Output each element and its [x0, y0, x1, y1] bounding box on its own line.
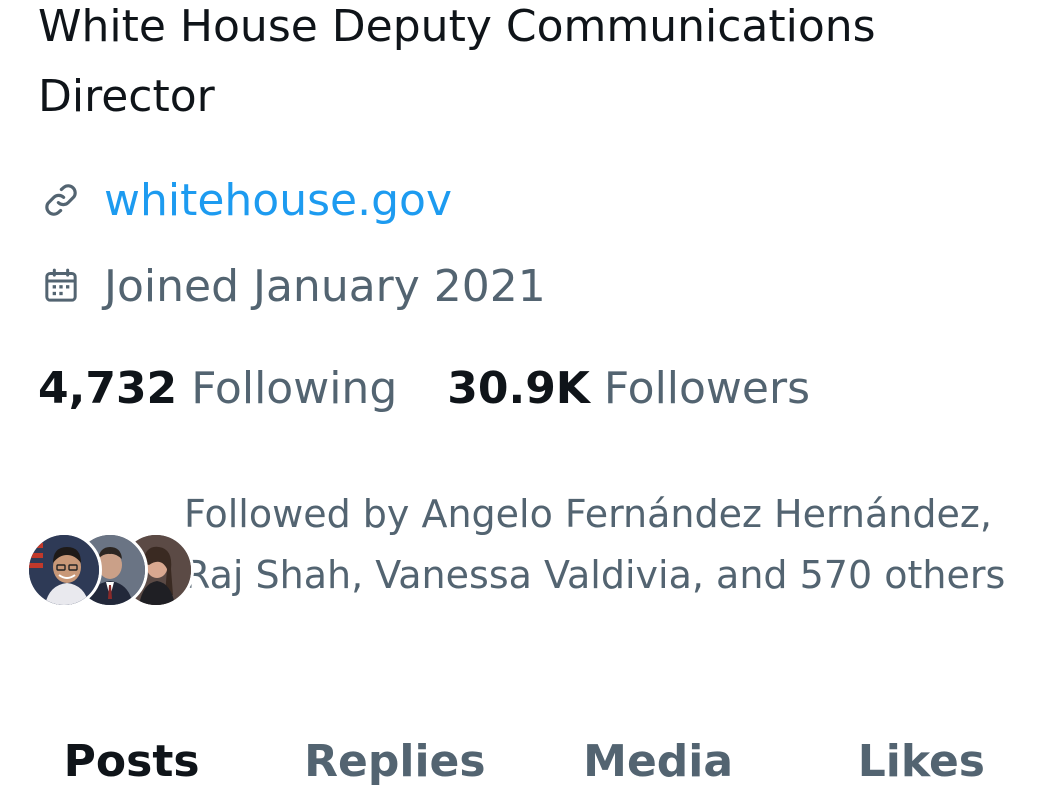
avatar [26, 532, 102, 608]
tab-media[interactable]: Media [527, 728, 790, 800]
follower-avatars [26, 532, 194, 608]
calendar-icon [38, 263, 84, 309]
followers-count: 30.9K [447, 362, 590, 414]
tab-likes[interactable]: Likes [790, 728, 1053, 800]
tab-posts[interactable]: Posts [0, 728, 263, 800]
link-icon [38, 177, 84, 223]
profile-website[interactable]: whitehouse.gov [38, 170, 452, 230]
following-count: 4,732 [38, 362, 178, 414]
followed-by-text: Followed by Angelo Fernández Hernández, … [184, 492, 1006, 597]
website-link[interactable]: whitehouse.gov [104, 175, 452, 226]
profile-bio: White House Deputy Communications Direct… [38, 1, 876, 122]
tab-replies[interactable]: Replies [263, 728, 526, 800]
profile-tabs: Posts Replies Media Likes [0, 728, 1053, 800]
profile-joined-date: Joined January 2021 [38, 256, 546, 316]
followers-label: Followers [603, 362, 811, 414]
joined-text: Joined January 2021 [104, 260, 546, 312]
profile-stats: 4,732 Following 30.9K Followers [38, 358, 810, 418]
followed-by[interactable]: Followed by Angelo Fernández Hernández, … [26, 484, 1026, 664]
followers-link[interactable]: 30.9K Followers [447, 363, 810, 414]
following-label: Following [191, 362, 398, 414]
following-link[interactable]: 4,732 Following [38, 363, 397, 414]
